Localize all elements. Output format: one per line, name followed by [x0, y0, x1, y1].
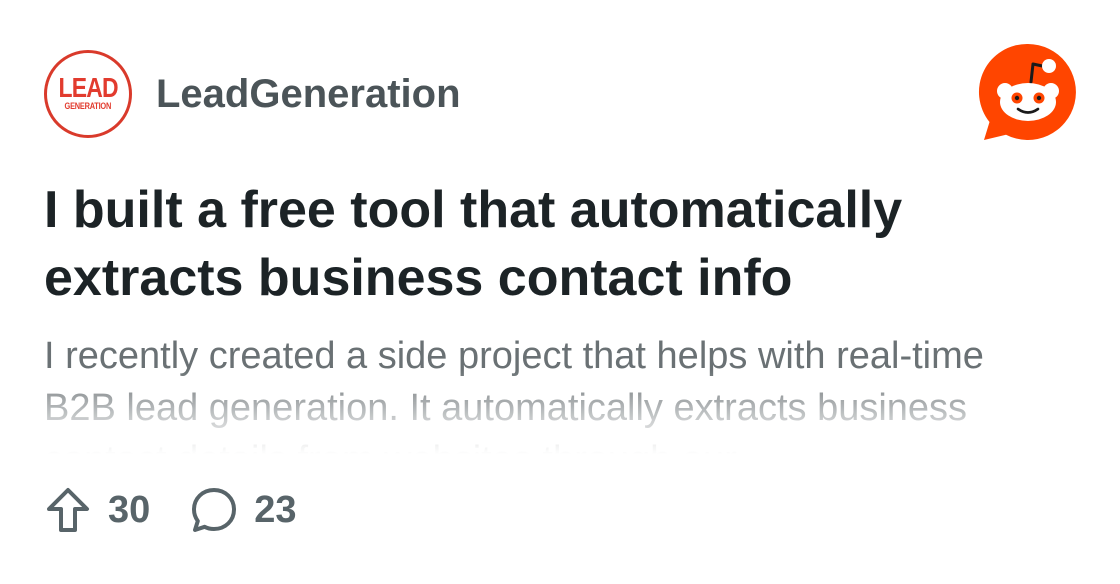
- post-card[interactable]: LEAD GENERATION LeadGeneration I built a…: [0, 0, 1120, 584]
- comment-count: 23: [254, 488, 297, 531]
- subreddit-logo-text: LEAD: [58, 72, 118, 103]
- post-footer: 30 23: [44, 484, 297, 536]
- subreddit-logo-subtext: GENERATION: [64, 101, 112, 112]
- subreddit-name[interactable]: LeadGeneration: [156, 72, 461, 117]
- comments-button[interactable]: 23: [190, 486, 297, 534]
- comment-bubble-icon: [192, 488, 237, 532]
- post-title[interactable]: I built a free tool that automatically e…: [44, 176, 1074, 312]
- post-header: LEAD GENERATION LeadGeneration: [44, 50, 461, 138]
- upvote-arrow-icon: [47, 488, 89, 532]
- subreddit-avatar[interactable]: LEAD GENERATION: [44, 50, 132, 138]
- upvote-count: 30: [108, 488, 151, 531]
- post-body-preview: I recently created a side project that h…: [44, 335, 984, 454]
- upvote-button[interactable]: 30: [44, 486, 150, 534]
- reddit-icon[interactable]: [978, 42, 1078, 142]
